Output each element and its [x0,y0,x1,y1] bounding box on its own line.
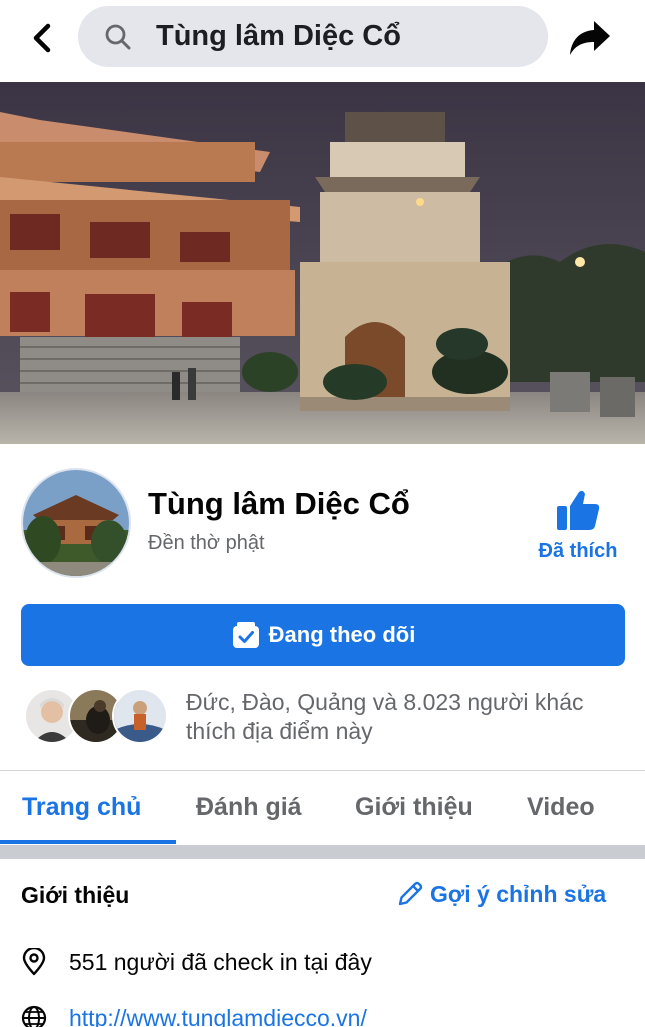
top-bar: Tùng lâm Diệc Cổ [0,0,645,82]
checkin-text: 551 người đã check in tại đây [69,948,372,975]
page-name: Tùng lâm Diệc Cổ [148,486,410,521]
search-query[interactable]: Tùng lâm Diệc Cổ [156,20,401,53]
globe-icon [21,1005,47,1027]
profile-avatar[interactable] [21,468,131,578]
checkin-row: 551 người đã check in tại đây [21,948,372,976]
suggest-edit-link[interactable]: Gợi ý chỉnh sửa [396,880,606,908]
suggest-edit-label: Gợi ý chỉnh sửa [430,880,607,907]
location-pin-icon [22,948,46,976]
share-arrow-icon [570,21,610,55]
website-link[interactable]: http://www.tunglamdiecco.vn/ [69,1005,367,1027]
back-button[interactable] [22,18,62,58]
share-button[interactable] [566,14,614,62]
page-tabs: Trang chủ Đánh giá Giới thiệu Video [0,771,645,845]
pencil-icon [398,881,423,906]
page-category: Đền thờ phật [148,532,265,554]
search-icon [105,24,131,50]
tab-reviews[interactable]: Đánh giá [196,793,302,822]
active-tab-indicator [0,840,176,844]
friend-avatar [112,688,168,744]
cover-image [0,82,645,444]
liked-label: Đã thích [538,540,618,562]
back-arrow-icon [33,23,51,53]
tab-videos[interactable]: Video [527,793,595,822]
thumbs-up-icon [557,490,600,530]
friends-like-text[interactable]: Đức, Đào, Quảng và 8.023 người khác thíc… [186,688,616,746]
following-button[interactable]: Đang theo dõi [21,604,625,666]
section-separator [0,845,645,859]
following-check-icon [232,622,259,648]
friend-avatars[interactable] [24,688,168,746]
profile-picture [23,470,129,576]
tab-home[interactable]: Trang chủ [22,793,141,822]
search-bar[interactable]: Tùng lâm Diệc Cổ [78,6,548,67]
about-title: Giới thiệu [21,882,130,908]
website-row: http://www.tunglamdiecco.vn/ [21,1004,367,1027]
tab-about[interactable]: Giới thiệu [355,793,473,822]
following-label: Đang theo dõi [268,622,416,647]
cover-photo[interactable] [0,82,645,444]
liked-button[interactable]: Đã thích [530,488,626,568]
